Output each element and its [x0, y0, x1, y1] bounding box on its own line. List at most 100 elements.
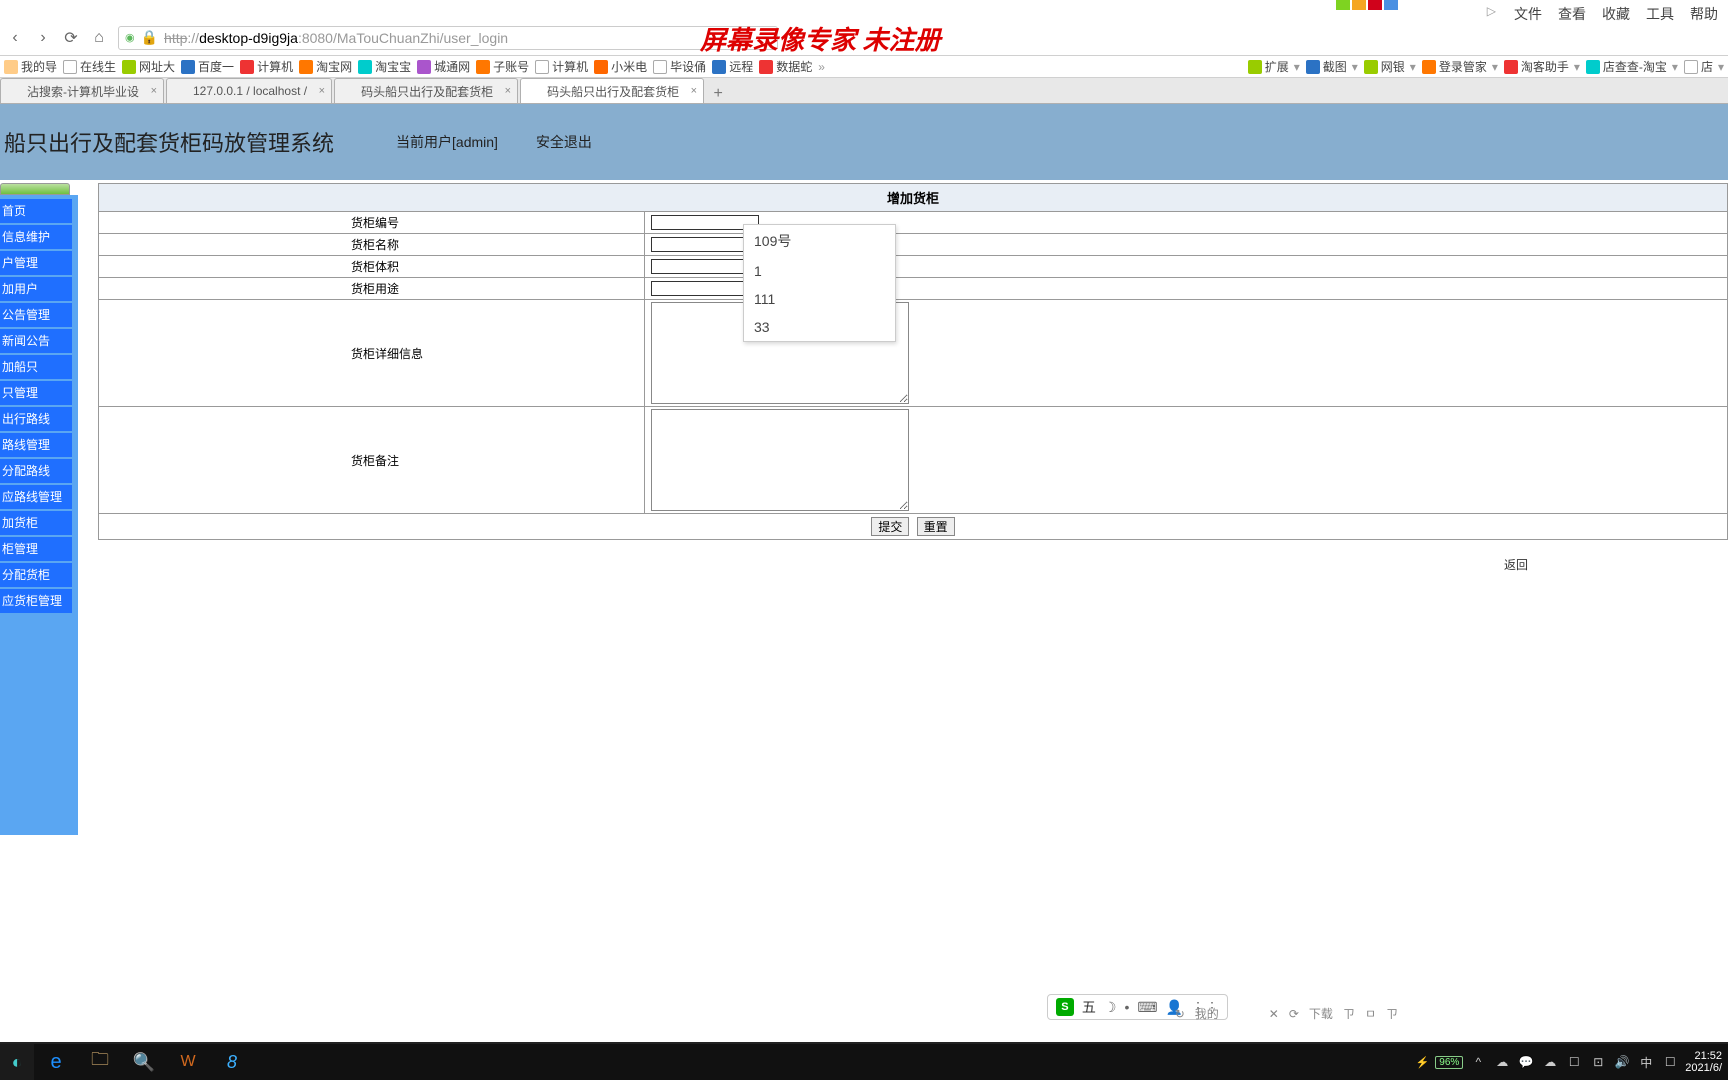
dl-p2[interactable]: ㅁ — [1365, 1005, 1376, 1022]
new-tab-button[interactable]: + — [706, 85, 730, 103]
sidebar-item[interactable]: 只管理 — [0, 381, 72, 405]
sidebar-item[interactable]: 分配货柜 — [0, 563, 72, 587]
tray-action-icon[interactable]: ☐ — [1661, 1053, 1679, 1071]
sidebar-item[interactable]: 应货柜管理 — [0, 589, 72, 613]
sidebar-item[interactable]: 应路线管理 — [0, 485, 72, 509]
bookmark-item[interactable]: 城通网 — [417, 58, 470, 75]
bookmark-item[interactable]: 我的导 — [4, 58, 57, 75]
reset-button[interactable]: 重置 — [917, 517, 955, 536]
dl-label[interactable]: 下载 — [1309, 1005, 1333, 1022]
taskbar-app-icon[interactable]: 8 — [210, 1044, 254, 1080]
bookmark-item[interactable]: 计算机 — [535, 58, 588, 75]
bookmark-item[interactable]: 数据蛇 — [759, 58, 812, 75]
tray-ime-icon[interactable]: 中 — [1637, 1053, 1655, 1071]
tray-volume-icon[interactable]: 🔊 — [1613, 1053, 1631, 1071]
ime-logo-icon: S — [1056, 998, 1074, 1016]
bookmark-item[interactable]: 淘宝网 — [299, 58, 352, 75]
form-label: 货柜备注 — [99, 407, 645, 513]
address-input[interactable]: ◉ 🔒 http://desktop-d9ig9ja:8080/MaTouChu… — [118, 26, 778, 50]
bookmark-item[interactable]: 计算机 — [240, 58, 293, 75]
reload-icon[interactable]: ⟳ — [62, 29, 80, 47]
browser-tab[interactable]: 码头船只出行及配套货柜× — [334, 78, 518, 103]
tab-close-icon[interactable]: × — [151, 85, 157, 97]
ime-label[interactable]: 五 — [1082, 997, 1096, 1017]
tray-wechat-icon[interactable]: 💬 — [1517, 1053, 1535, 1071]
taskbar-search-icon[interactable]: 🔍 — [122, 1044, 166, 1080]
sidebar-item[interactable]: 加货柜 — [0, 511, 72, 535]
sidebar-item[interactable]: 加用户 — [0, 277, 72, 301]
sidebar-top-decor — [0, 183, 70, 195]
tray-chevron-icon[interactable]: ^ — [1469, 1053, 1487, 1071]
bookmark-item[interactable]: 远程 — [712, 58, 753, 75]
browser-tab[interactable]: 127.0.0.1 / localhost / × — [166, 78, 332, 103]
bookmark-item[interactable]: 百度一 — [181, 58, 234, 75]
bookmark-overflow[interactable]: » — [818, 60, 825, 74]
bookmark-item[interactable]: 在线生 — [63, 58, 116, 75]
forward-icon[interactable]: › — [34, 29, 52, 47]
bookmark-item[interactable]: 扩展▾ — [1248, 58, 1300, 75]
sidebar-item[interactable]: 出行路线 — [0, 407, 72, 431]
bookmark-item[interactable]: 淘宝宝 — [358, 58, 411, 75]
sidebar-item[interactable]: 首页 — [0, 199, 72, 223]
home-icon[interactable]: ⌂ — [90, 29, 108, 47]
moon-icon[interactable]: ☽ — [1104, 999, 1117, 1016]
bookmark-item[interactable]: 店▾ — [1684, 58, 1724, 75]
sync-icon: ↻ — [1175, 1007, 1185, 1021]
sidebar-item[interactable]: 信息维护 — [0, 225, 72, 249]
submit-button[interactable]: 提交 — [871, 517, 909, 536]
close-icon[interactable]: ✕ — [1269, 1007, 1279, 1021]
taskbar-explorer-icon[interactable]: 🗀 — [78, 1044, 122, 1080]
keyboard-icon[interactable]: ⌨ — [1137, 999, 1157, 1016]
form-row: 货柜名称 — [98, 234, 1728, 256]
tab-close-icon[interactable]: × — [691, 85, 697, 97]
dot-icon[interactable]: • — [1124, 999, 1129, 1015]
sidebar-item[interactable]: 公告管理 — [0, 303, 72, 327]
taskbar-browser-icon[interactable]: e — [34, 1044, 78, 1080]
dl-my[interactable]: 我的 — [1195, 1005, 1219, 1022]
bookmark-item[interactable]: 淘客助手▾ — [1504, 58, 1580, 75]
bookmark-item[interactable]: 登录管家▾ — [1422, 58, 1498, 75]
clock-time: 21:52 — [1685, 1050, 1722, 1062]
start-button[interactable]: ◐ — [0, 1044, 34, 1080]
sidebar-item[interactable]: 路线管理 — [0, 433, 72, 457]
taskbar-wps-icon[interactable]: W — [166, 1044, 210, 1080]
bookmark-item[interactable]: 子账号 — [476, 58, 529, 75]
sidebar-item[interactable]: 分配路线 — [0, 459, 72, 483]
address-bar-row: ‹ › ⟳ ⌂ ◉ 🔒 http://desktop-d9ig9ja:8080/… — [0, 20, 1728, 56]
tray-cloud-icon[interactable]: ☁ — [1493, 1053, 1511, 1071]
clock[interactable]: 21:52 2021/6/ — [1685, 1050, 1722, 1074]
textarea-input[interactable] — [651, 409, 909, 511]
bookmark-item[interactable]: 截图▾ — [1306, 58, 1358, 75]
sidebar-item[interactable]: 柜管理 — [0, 537, 72, 561]
autocomplete-option[interactable]: 1 — [744, 257, 895, 285]
bookmark-item[interactable]: 网银▾ — [1364, 58, 1416, 75]
tray-cloud2-icon[interactable]: ☁ — [1541, 1053, 1559, 1071]
bookmark-item[interactable]: 网址大 — [122, 58, 175, 75]
tab-close-icon[interactable]: × — [319, 85, 325, 97]
url-sep: :// — [187, 30, 199, 46]
back-icon[interactable]: ‹ — [6, 29, 24, 47]
tray-display-icon[interactable]: ⊡ — [1589, 1053, 1607, 1071]
autocomplete-option[interactable]: 109号 — [744, 225, 895, 257]
refresh-icon[interactable]: ⟳ — [1289, 1007, 1299, 1021]
bookmark-icon — [4, 60, 18, 74]
browser-tab[interactable]: 沾搜索-计算机毕业设× — [0, 78, 164, 103]
bookmark-item[interactable]: 小米电 — [594, 58, 647, 75]
dl-p3[interactable]: ㄗ — [1386, 1005, 1398, 1022]
sidebar-item[interactable]: 新闻公告 — [0, 329, 72, 353]
back-link[interactable]: 返回 — [98, 540, 1728, 573]
autocomplete-option[interactable]: 111 — [744, 285, 895, 313]
bookmark-item[interactable]: 店查查-淘宝▾ — [1586, 58, 1678, 75]
bookmark-icon — [358, 60, 372, 74]
tray-box-icon[interactable]: ☐ — [1565, 1053, 1583, 1071]
logout-link[interactable]: 安全退出 — [536, 132, 592, 152]
battery-level[interactable]: 96% — [1435, 1056, 1463, 1069]
tab-label: 127.0.0.1 / localhost / — [193, 84, 307, 98]
dl-p1[interactable]: ㄗ — [1343, 1005, 1355, 1022]
bookmark-item[interactable]: 毕设俑 — [653, 58, 706, 75]
sidebar-item[interactable]: 加船只 — [0, 355, 72, 379]
tab-close-icon[interactable]: × — [505, 85, 511, 97]
sidebar-item[interactable]: 户管理 — [0, 251, 72, 275]
browser-tab[interactable]: 码头船只出行及配套货柜× — [520, 78, 704, 103]
autocomplete-option[interactable]: 33 — [744, 313, 895, 341]
